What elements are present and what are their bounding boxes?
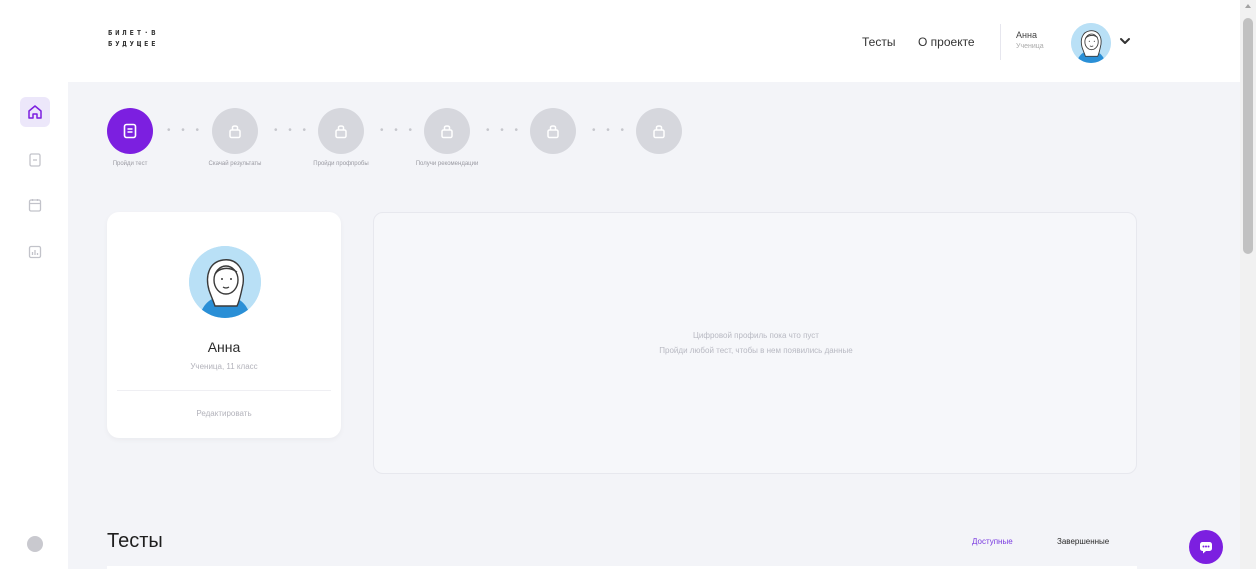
sidebar-item-home[interactable] — [20, 97, 50, 127]
tab-available[interactable]: Доступные — [972, 537, 1013, 546]
nav-link-tests[interactable]: Тесты — [862, 35, 895, 49]
profile-avatar — [189, 246, 261, 318]
calendar-icon — [28, 199, 42, 212]
tab-completed[interactable]: Завершенные — [1057, 537, 1109, 546]
step-5 — [530, 108, 576, 154]
lock-icon — [335, 125, 347, 139]
document-icon — [123, 123, 137, 139]
logo-line-1: БИЛЕТ·В — [108, 29, 159, 37]
help-icon[interactable] — [27, 536, 43, 552]
edit-profile-link[interactable]: Редактировать — [107, 409, 341, 418]
step-label: Скачай результаты — [208, 161, 262, 167]
lock-icon — [229, 125, 241, 139]
home-icon — [28, 105, 42, 119]
empty-state-title: Цифровой профиль пока что пуст — [693, 331, 819, 340]
profile-role: Ученица, 11 класс — [190, 362, 258, 371]
top-header: БИЛЕТ·В БУДУЩЕЕ Тесты О проекте Анна Уче… — [0, 0, 1240, 78]
logo[interactable]: БИЛЕТ·В БУДУЩЕЕ — [108, 28, 159, 50]
sidebar-item-documents[interactable] — [20, 145, 50, 175]
nav-link-about[interactable]: О проекте — [918, 35, 975, 49]
header-divider — [1000, 24, 1001, 60]
step-separator: • • • — [167, 125, 204, 136]
profile-card: Анна Ученица, 11 класс Редактировать — [107, 212, 341, 438]
sidebar-item-calendar[interactable] — [20, 190, 50, 220]
step-profile-trials — [318, 108, 364, 154]
card-divider — [117, 390, 331, 391]
lock-icon — [441, 125, 453, 139]
chevron-down-icon[interactable] — [1118, 34, 1132, 48]
chat-button[interactable] — [1189, 530, 1223, 564]
avatar-illustration — [1071, 23, 1111, 63]
lock-icon — [653, 125, 665, 139]
step-6 — [636, 108, 682, 154]
step-label: Получи рекомендации — [415, 161, 479, 167]
avatar-illustration — [189, 246, 261, 318]
header-user-role: Ученица — [1016, 43, 1044, 50]
step-label: Пройди профпробы — [313, 161, 369, 167]
step-separator: • • • — [274, 125, 311, 136]
digital-profile-panel: Цифровой профиль пока что пуст Пройди лю… — [373, 212, 1137, 474]
sidebar-item-analytics[interactable] — [20, 237, 50, 267]
scroll-thumb[interactable] — [1243, 18, 1253, 254]
header-avatar[interactable] — [1071, 23, 1111, 63]
empty-state-hint: Пройди любой тест, чтобы в нем появились… — [659, 346, 853, 355]
lock-icon — [547, 125, 559, 139]
step-separator: • • • — [592, 125, 629, 136]
page-scrollbar[interactable] — [1240, 0, 1256, 569]
sidebar — [8, 82, 66, 569]
logo-line-2: БУДУЩЕЕ — [108, 40, 159, 48]
chat-icon — [1200, 542, 1212, 554]
chart-icon — [28, 245, 42, 259]
profile-name: Анна — [207, 339, 241, 355]
step-separator: • • • — [486, 125, 523, 136]
step-take-test[interactable] — [107, 108, 153, 154]
step-label: Пройди тест — [112, 161, 148, 167]
document-icon — [29, 153, 41, 167]
step-separator: • • • — [380, 125, 417, 136]
step-recommendations — [424, 108, 470, 154]
header-user-name[interactable]: Анна — [1016, 30, 1037, 40]
step-download-results — [212, 108, 258, 154]
tests-section-title: Тесты — [107, 530, 163, 552]
scroll-up-arrow[interactable] — [1245, 4, 1251, 8]
